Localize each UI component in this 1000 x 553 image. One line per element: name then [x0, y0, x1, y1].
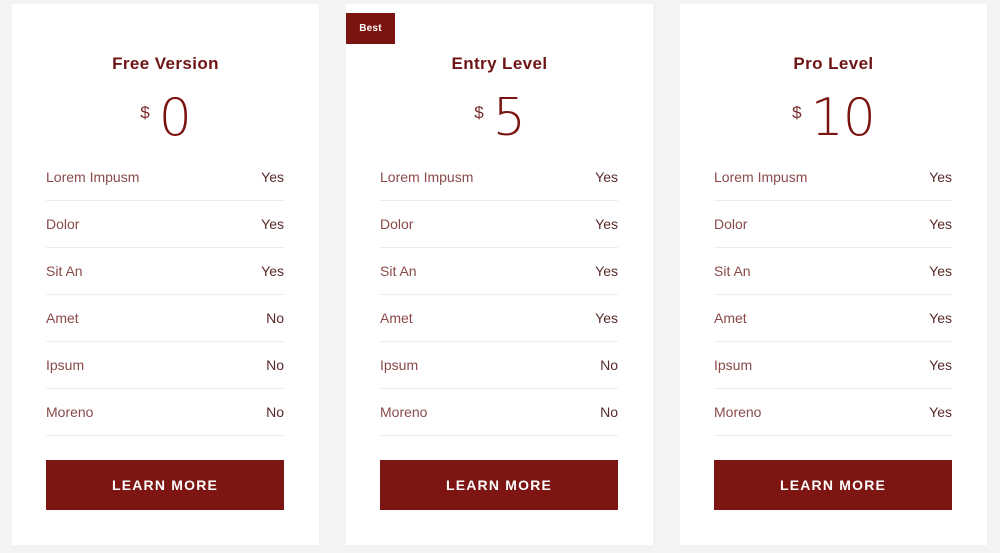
feature-row: Lorem Impusm Yes [380, 154, 618, 201]
learn-more-button[interactable]: LEARN MORE [714, 460, 952, 510]
currency-symbol: $ [140, 103, 150, 122]
feature-value: Yes [595, 216, 618, 232]
plan-price: $ 10 [680, 92, 987, 144]
feature-value: Yes [595, 263, 618, 279]
feature-label: Lorem Impusm [380, 169, 474, 185]
feature-label: Moreno [380, 404, 428, 420]
feature-row: Sit An Yes [380, 248, 618, 295]
feature-row: Ipsum Yes [714, 342, 952, 389]
feature-row: Sit An Yes [714, 248, 952, 295]
feature-row: Lorem Impusm Yes [714, 154, 952, 201]
feature-value: Yes [261, 169, 284, 185]
feature-label: Lorem Impusm [714, 169, 808, 185]
feature-label: Dolor [46, 216, 80, 232]
feature-value: Yes [929, 216, 952, 232]
feature-row: Dolor Yes [380, 201, 618, 248]
feature-label: Amet [46, 310, 79, 326]
learn-more-button[interactable]: LEARN MORE [380, 460, 618, 510]
feature-row: Dolor Yes [46, 201, 284, 248]
feature-row: Ipsum No [380, 342, 618, 389]
feature-value: No [600, 357, 618, 373]
feature-label: Dolor [714, 216, 748, 232]
feature-label: Moreno [714, 404, 762, 420]
feature-value: Yes [929, 263, 952, 279]
feature-label: Moreno [46, 404, 94, 420]
feature-value: No [266, 357, 284, 373]
feature-value: Yes [261, 263, 284, 279]
plan-title: Pro Level [793, 54, 874, 73]
currency-symbol: $ [474, 103, 484, 122]
feature-row: Ipsum No [46, 342, 284, 389]
feature-label: Ipsum [714, 357, 753, 373]
feature-label: Amet [714, 310, 747, 326]
feature-value: Yes [261, 216, 284, 232]
feature-label: Dolor [380, 216, 414, 232]
feature-row: Sit An Yes [46, 248, 284, 295]
feature-value: Yes [595, 169, 618, 185]
feature-value: Yes [929, 357, 952, 373]
feature-value: Yes [929, 404, 952, 420]
plan-price: $ 0 [12, 92, 319, 144]
feature-value: No [266, 310, 284, 326]
price-amount: 5 [492, 88, 526, 148]
feature-label: Sit An [714, 263, 751, 279]
feature-label: Ipsum [46, 357, 85, 373]
feature-row: Dolor Yes [714, 201, 952, 248]
price-amount: 0 [158, 88, 192, 148]
feature-row: Lorem Impusm Yes [46, 154, 284, 201]
feature-value: Yes [929, 169, 952, 185]
best-badge: Best [346, 13, 395, 44]
feature-list: Lorem Impusm Yes Dolor Yes Sit An Yes Amet Y… [714, 154, 952, 436]
feature-label: Ipsum [380, 357, 419, 373]
feature-row: Moreno Yes [714, 389, 952, 436]
feature-label: Sit An [380, 263, 417, 279]
pricing-card-entry: Best Entry Level $ 5 Lorem Impusm Yes Dol… [346, 4, 653, 545]
pricing-card-free: Free Version $ 0 Lorem Impusm Yes Dolor Ye… [12, 4, 319, 545]
plan-title: Free Version [112, 54, 219, 73]
learn-more-button[interactable]: LEARN MORE [46, 460, 284, 510]
feature-row: Moreno No [46, 389, 284, 436]
plan-price: $ 5 [346, 92, 653, 144]
feature-list: Lorem Impusm Yes Dolor Yes Sit An Yes Amet Y… [380, 154, 618, 436]
feature-label: Amet [380, 310, 413, 326]
feature-row: Amet No [46, 295, 284, 342]
feature-row: Amet Yes [380, 295, 618, 342]
plan-title: Entry Level [451, 54, 548, 73]
feature-label: Sit An [46, 263, 83, 279]
feature-value: No [600, 404, 618, 420]
feature-label: Lorem Impusm [46, 169, 140, 185]
pricing-card-pro: Pro Level $ 10 Lorem Impusm Yes Dolor Yes … [680, 4, 987, 545]
feature-value: Yes [595, 310, 618, 326]
feature-row: Moreno No [380, 389, 618, 436]
feature-row: Amet Yes [714, 295, 952, 342]
currency-symbol: $ [792, 103, 802, 122]
feature-value: Yes [929, 310, 952, 326]
feature-list: Lorem Impusm Yes Dolor Yes Sit An Yes Amet N… [46, 154, 284, 436]
price-amount: 10 [810, 88, 876, 148]
feature-value: No [266, 404, 284, 420]
